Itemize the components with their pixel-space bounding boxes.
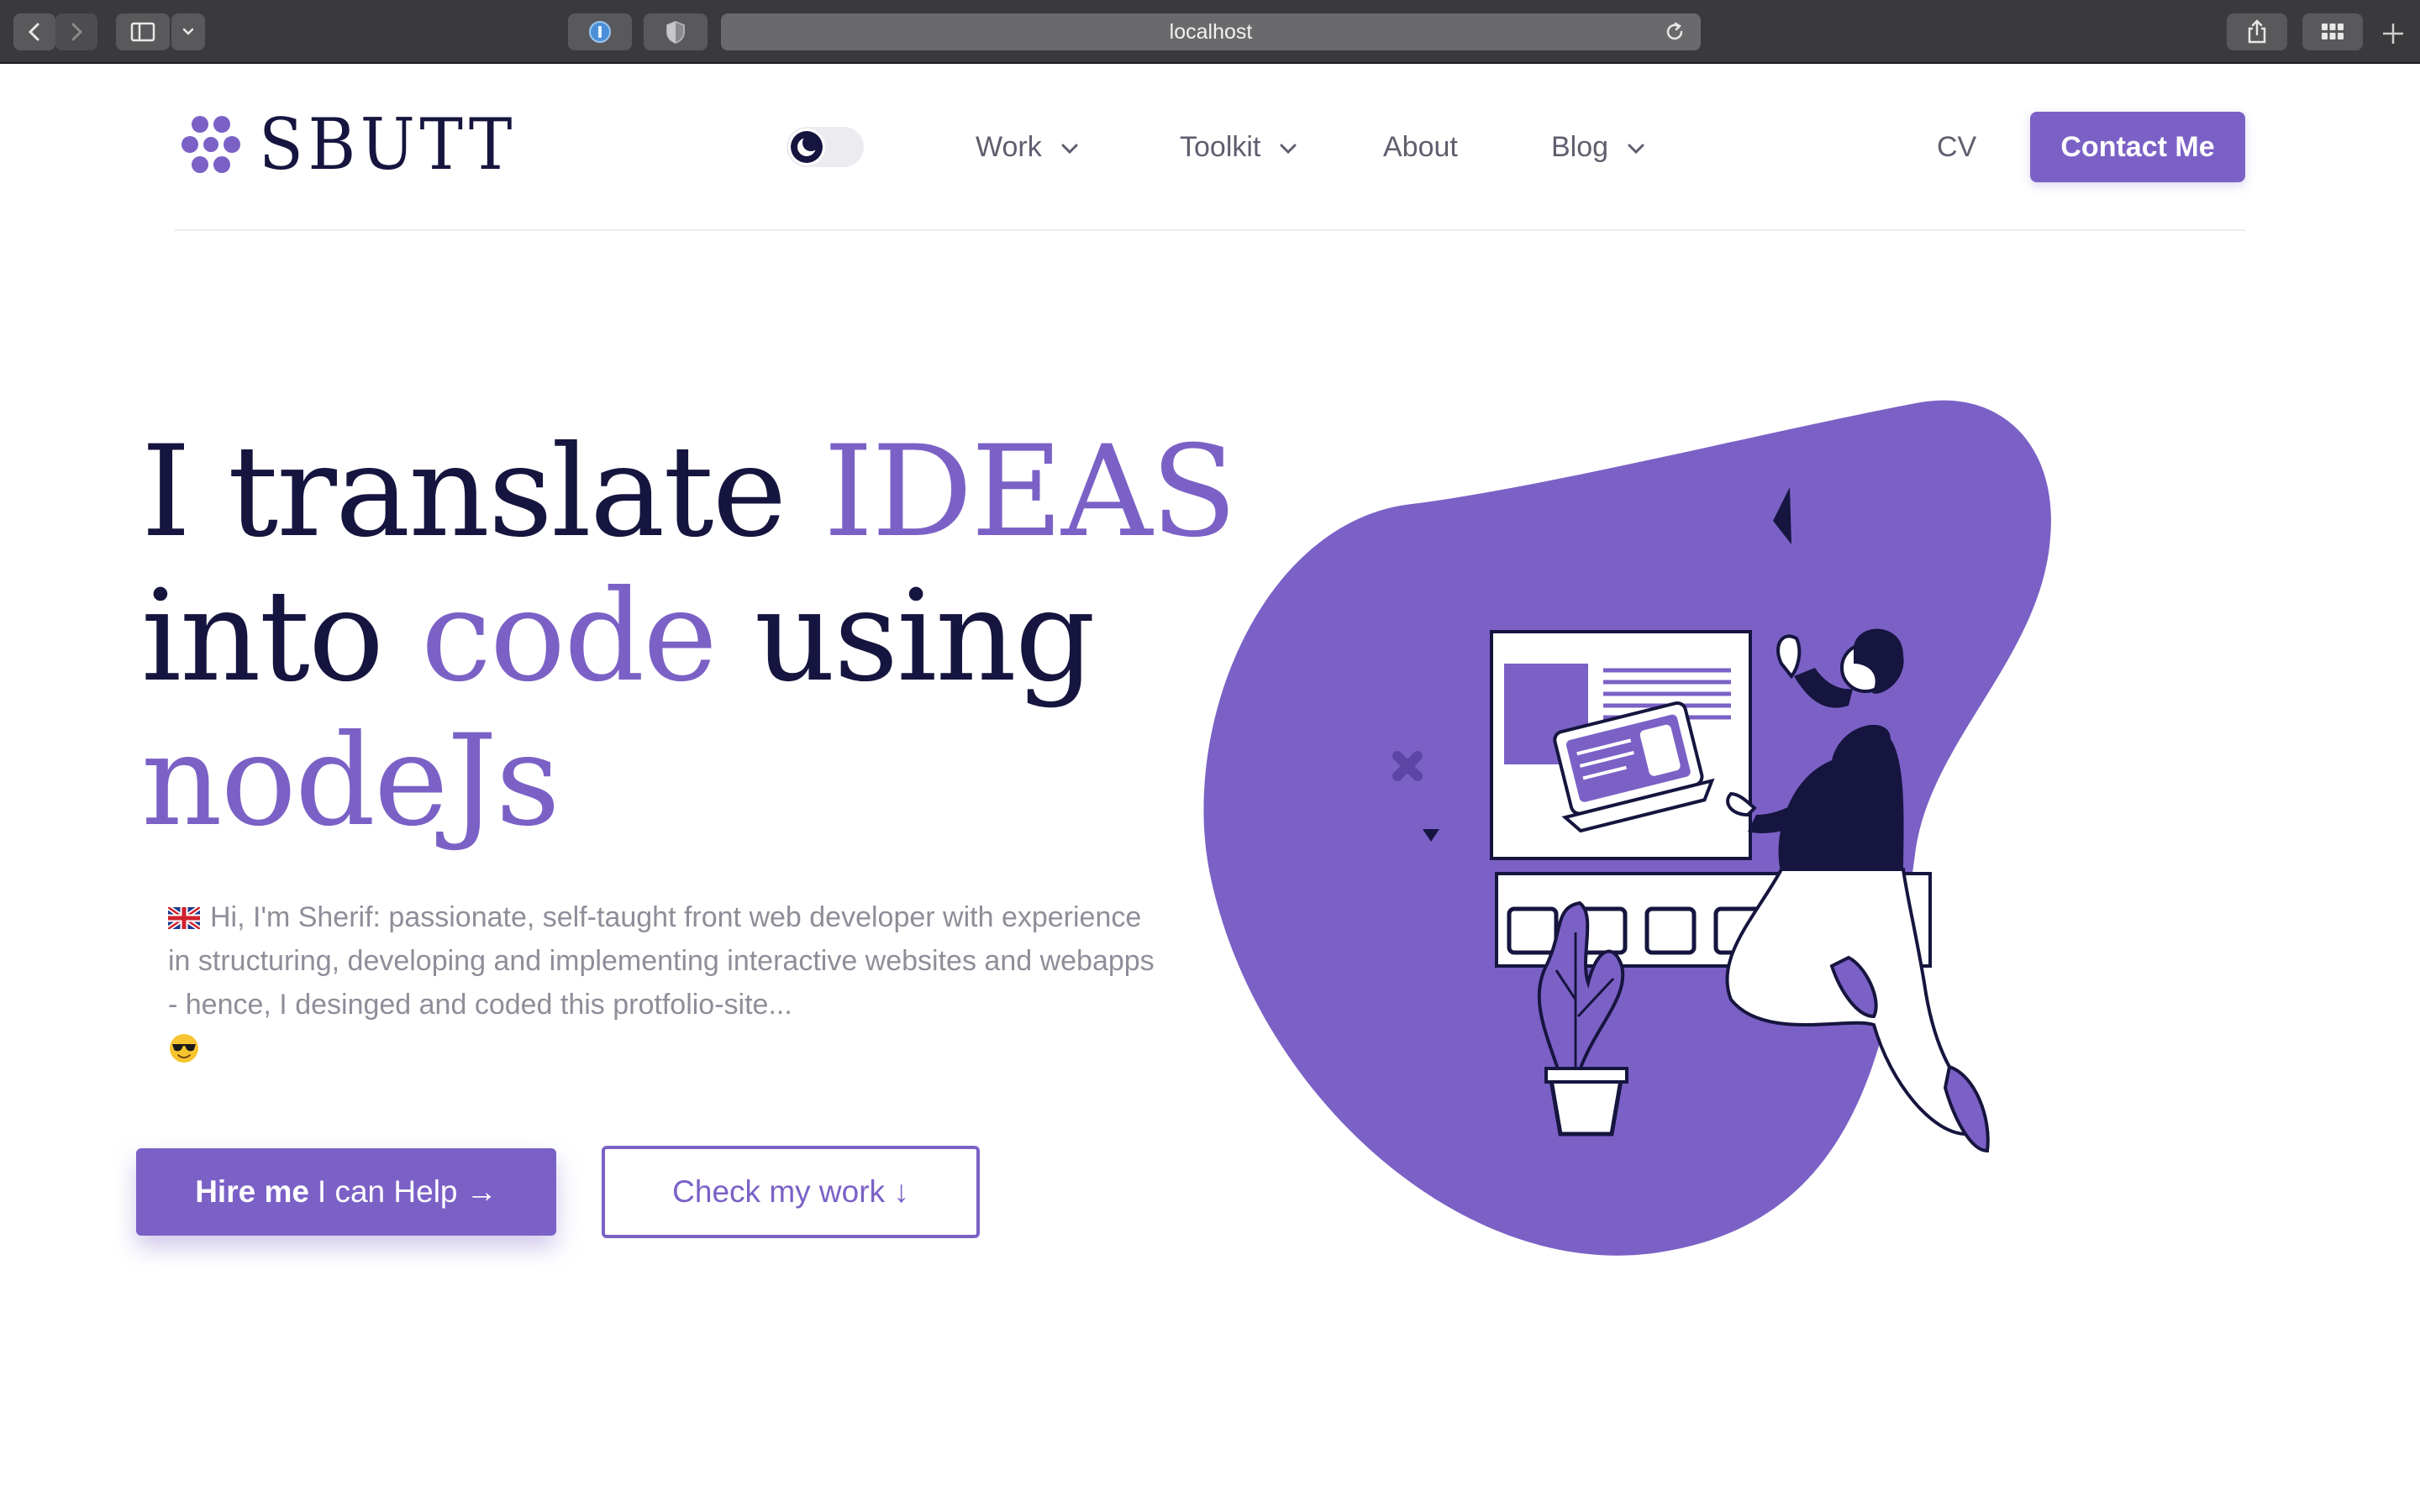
headline-line-2: into code using [141,564,1234,709]
shield-icon [666,20,685,45]
theme-toggle[interactable] [786,127,864,167]
chevron-down-icon [182,28,194,35]
logo-text: SBUTT [259,103,517,186]
password-icon [589,21,611,43]
toggle-knob [788,129,825,165]
intro-paragraph: Hi, I'm Sherif: passionate, self-taught … [168,895,1160,1070]
check-my-work-button[interactable]: Check my work ↓ [602,1146,980,1238]
sidebar-icon [130,22,155,42]
intro-text: Hi, I'm Sherif: passionate, self-taught … [168,901,1155,1021]
nav-work[interactable]: Work [976,126,1079,168]
logo-icon [182,116,240,173]
plus-icon [2383,24,2403,44]
forward-icon [71,23,83,41]
back-icon [28,23,39,41]
tab-menu-button[interactable] [171,13,205,50]
nav-toolkit[interactable]: Toolkit [1180,126,1297,168]
chevron-down-icon [1061,144,1078,155]
sunglasses-emoji-icon [170,1034,198,1063]
hero-headline: I translate IDEAS into code using nodeJs [141,419,1237,854]
headline-line-3: nodeJs [141,708,560,854]
nav-toolkit-label: Toolkit [1180,130,1261,163]
headline-accent: IDEAS [823,419,1237,565]
nav-work-label: Work [976,130,1042,163]
cross-decoration [1392,751,1423,781]
share-icon [2248,19,2266,44]
uk-flag-icon [168,907,200,929]
address-bar[interactable]: localhost [721,13,1701,50]
share-button[interactable] [2227,13,2287,50]
chevron-down-icon [1280,144,1297,155]
new-tab-button[interactable] [2378,18,2408,53]
grid-icon [2322,24,2344,39]
contact-me-button[interactable]: Contact Me [2030,112,2245,182]
sidebar-button[interactable] [116,13,170,50]
nav-about[interactable]: About [1383,126,1458,168]
back-button[interactable] [13,13,55,50]
nav-blog[interactable]: Blog [1551,126,1645,168]
moon-icon [791,131,823,163]
headline-text: I translate [141,419,824,565]
tab-overview-button[interactable] [2302,13,2363,50]
privacy-button[interactable] [644,13,708,50]
nav-blog-label: Blog [1551,130,1609,163]
headline-line-1: I translate IDEAS [141,419,1237,565]
url-text: localhost [1169,20,1253,44]
headline-accent: code [420,564,718,710]
hero-illustration [1203,400,2051,1256]
nav-cv-label: CV [1937,130,1977,163]
headline-text: into [141,564,421,710]
forward-button[interactable] [55,13,97,50]
hire-me-button[interactable]: Hire me I can Help → [136,1148,556,1236]
browser-toolbar: localhost [0,0,2420,64]
nav-about-label: About [1383,130,1458,163]
chevron-down-icon [1628,144,1644,155]
headline-text: using [715,564,1096,710]
nav-divider [175,229,2245,231]
hire-me-rest: I can Help → [317,1174,497,1209]
hire-me-bold: Hire me [195,1174,309,1209]
reload-icon[interactable] [1664,21,1686,43]
password-manager-button[interactable] [568,13,632,50]
site-logo[interactable]: SBUTT [175,109,539,180]
nav-cv[interactable]: CV [1937,126,1976,168]
